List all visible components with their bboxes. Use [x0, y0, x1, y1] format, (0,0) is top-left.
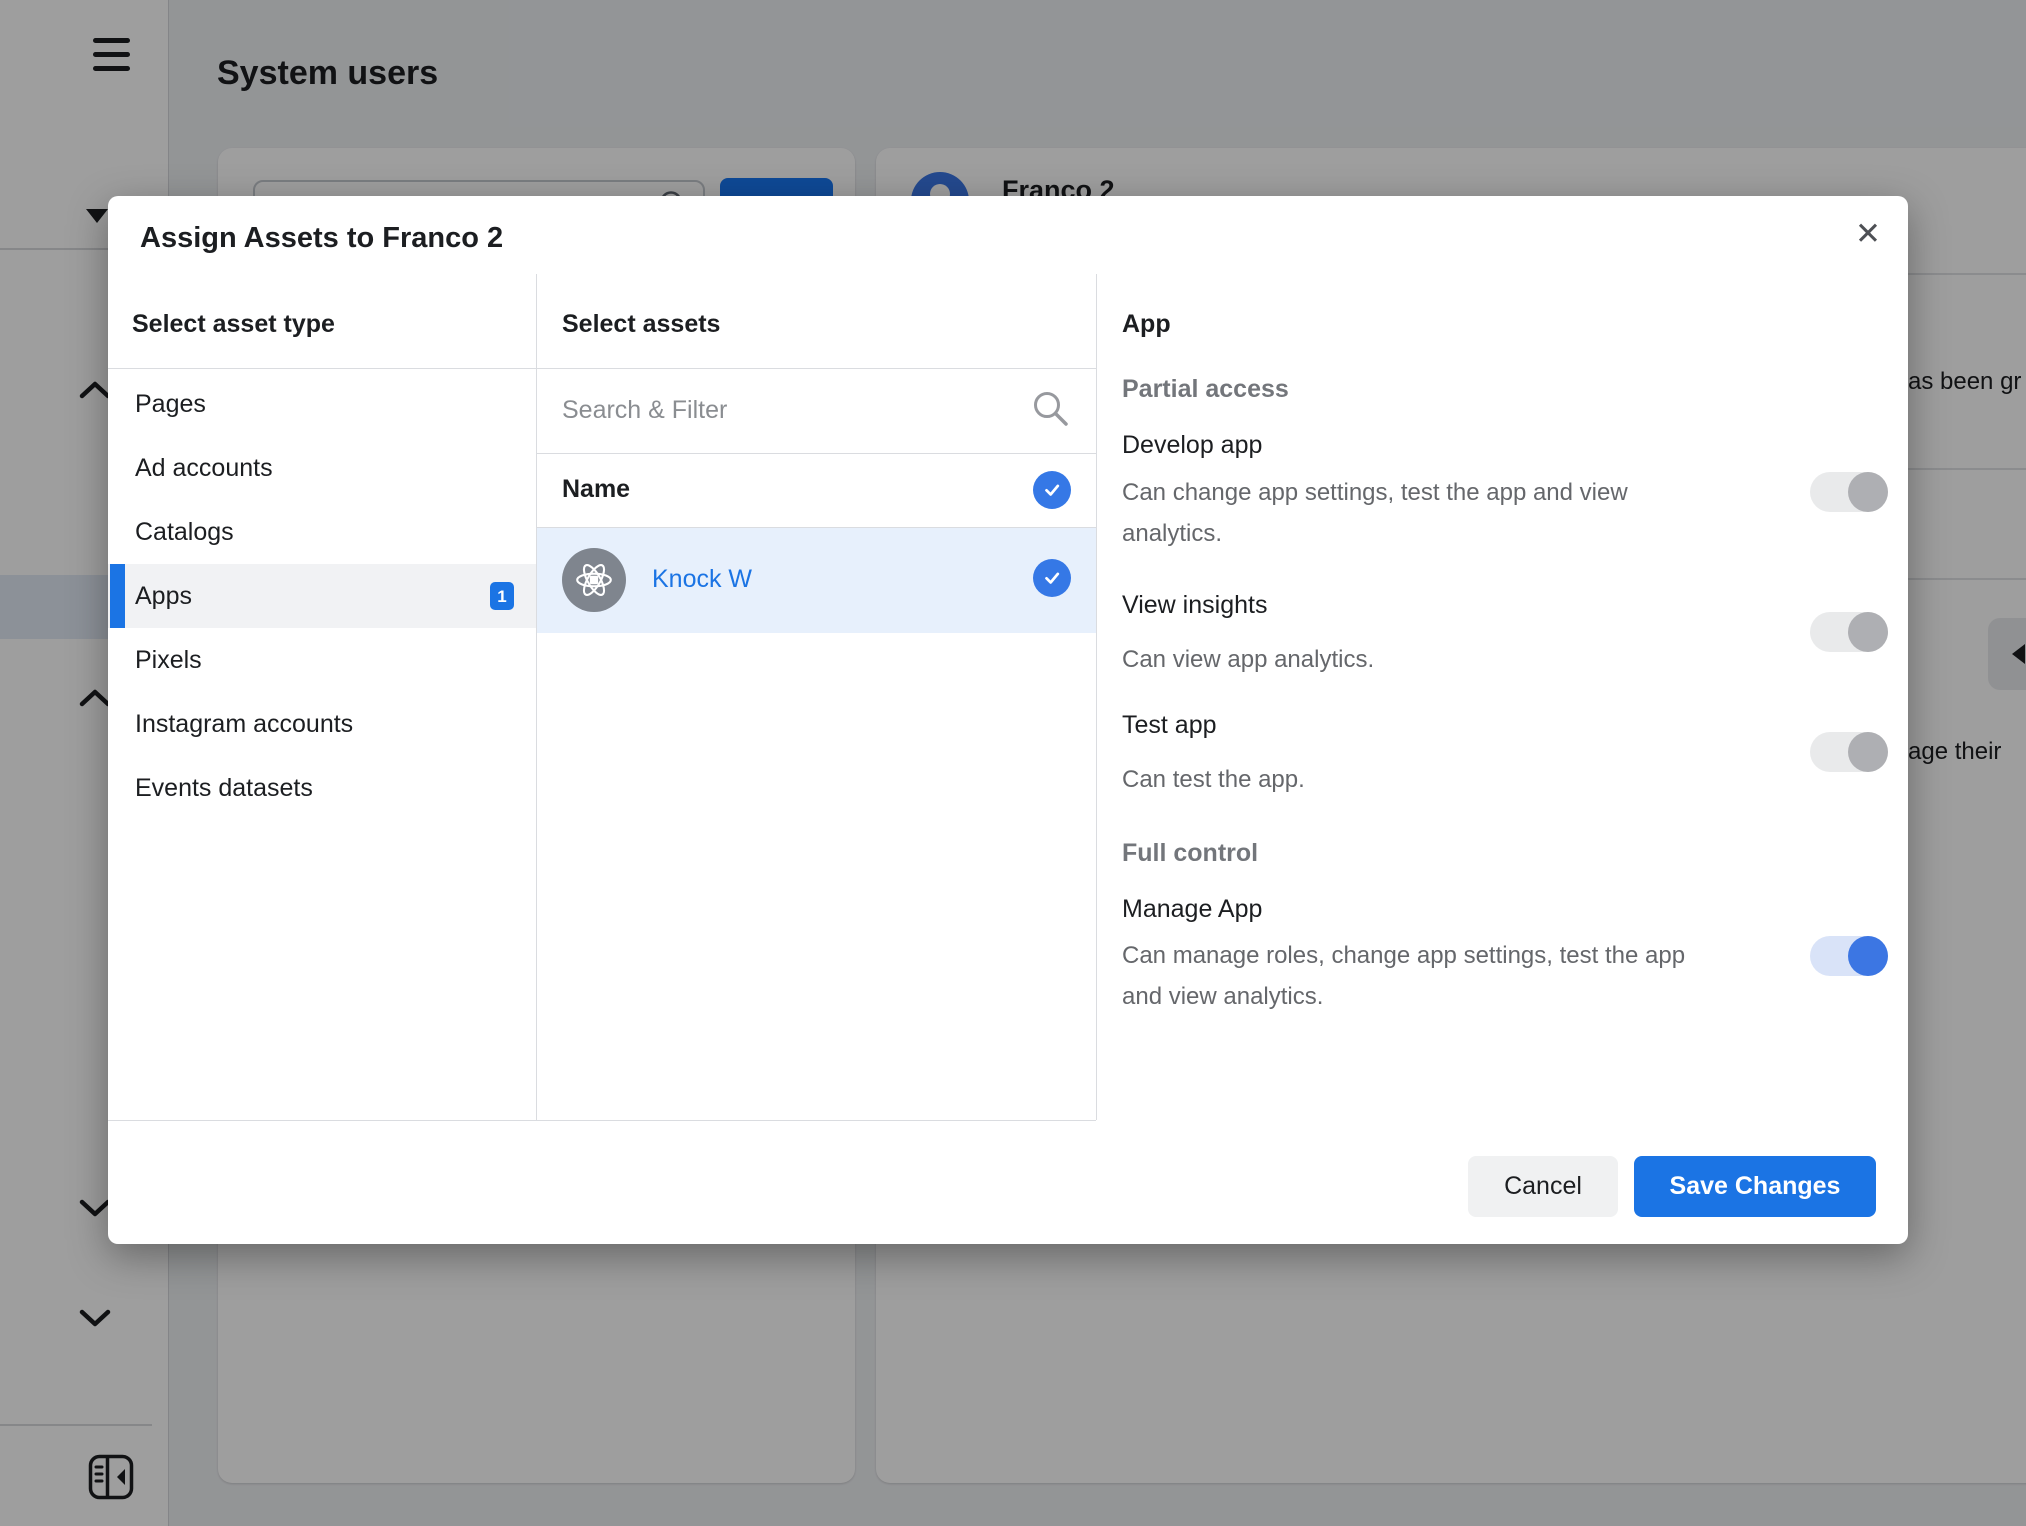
count-badge: 1 [490, 582, 514, 610]
partial-access-header: Partial access [1122, 375, 1289, 404]
close-icon[interactable]: ✕ [1844, 210, 1892, 258]
permissions-column-header: App [1122, 310, 1171, 339]
develop-app-label: Develop app [1122, 431, 1262, 460]
asset-type-label: Apps [135, 582, 192, 610]
full-control-header: Full control [1122, 839, 1258, 868]
search-filter-input[interactable]: Search & Filter [562, 396, 727, 425]
test-app-desc: Can test the app. [1122, 759, 1762, 800]
name-column-header: Name [562, 475, 630, 504]
asset-type-column-header: Select asset type [132, 310, 335, 339]
asset-type-pages[interactable]: Pages [108, 372, 536, 436]
search-icon[interactable] [1030, 388, 1072, 430]
view-insights-toggle[interactable] [1810, 612, 1888, 652]
asset-type-catalogs[interactable]: Catalogs [108, 500, 536, 564]
content-bottom-divider [108, 1120, 1096, 1121]
asset-type-events-datasets[interactable]: Events datasets [108, 756, 536, 820]
asset-name: Knock W [652, 565, 752, 594]
develop-app-desc: Can change app settings, test the app an… [1122, 472, 1762, 554]
view-insights-desc: Can view app analytics. [1122, 639, 1762, 680]
asset-type-instagram-accounts[interactable]: Instagram accounts [108, 692, 536, 756]
column-divider [1096, 274, 1097, 1120]
check-icon [1039, 565, 1065, 591]
screen: System users Franco 2 as been gr [0, 0, 2026, 1526]
view-insights-label: View insights [1122, 591, 1267, 620]
check-icon [1039, 477, 1065, 503]
asset-checkbox[interactable] [1033, 559, 1071, 597]
assets-column-header: Select assets [562, 310, 720, 339]
save-changes-button[interactable]: Save Changes [1634, 1156, 1876, 1217]
test-app-toggle[interactable] [1810, 732, 1888, 772]
asset-type-pixels[interactable]: Pixels [108, 628, 536, 692]
modal-title: Assign Assets to Franco 2 [140, 220, 503, 256]
atom-app-icon [562, 548, 626, 612]
manage-app-desc: Can manage roles, change app settings, t… [1122, 935, 1762, 1017]
column-divider [536, 274, 537, 1120]
develop-app-toggle[interactable] [1810, 472, 1888, 512]
asset-type-list: Pages Ad accounts Catalogs Apps 1 Pixels… [108, 372, 536, 820]
select-all-checkbox[interactable] [1033, 471, 1071, 509]
divider [536, 453, 1096, 454]
header-divider [108, 368, 1096, 369]
asset-type-ad-accounts[interactable]: Ad accounts [108, 436, 536, 500]
asset-row-knock-w[interactable]: Knock W [537, 528, 1096, 633]
manage-app-label: Manage App [1122, 895, 1262, 924]
asset-type-apps[interactable]: Apps 1 [108, 564, 536, 628]
assign-assets-modal: Assign Assets to Franco 2 ✕ Select asset… [108, 196, 1908, 1244]
cancel-button[interactable]: Cancel [1468, 1156, 1618, 1217]
manage-app-toggle[interactable] [1810, 936, 1888, 976]
test-app-label: Test app [1122, 711, 1217, 740]
